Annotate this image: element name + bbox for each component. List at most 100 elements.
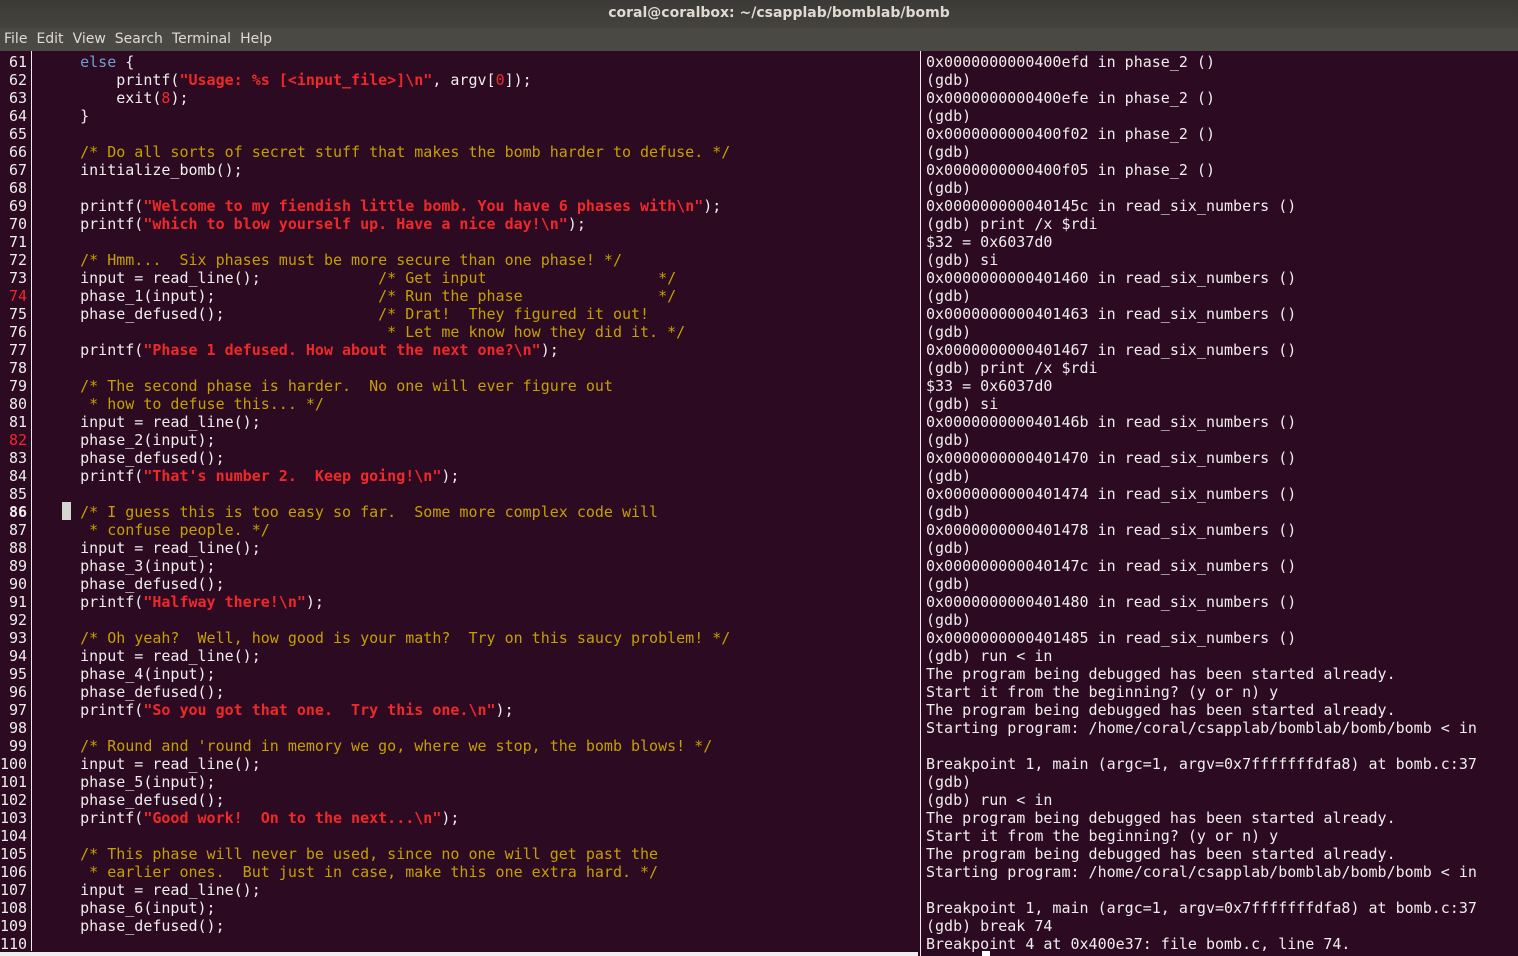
line-number[interactable]: 109 (0, 917, 27, 935)
source-line: 67 initialize_bomb(); (0, 161, 918, 179)
source-line: 105 /* This phase will never be used, si… (0, 845, 918, 863)
line-number[interactable]: 76 (0, 323, 27, 341)
line-number[interactable]: 101 (0, 773, 27, 791)
source-line: 104 (0, 827, 918, 845)
code-text: input = read_line(); (44, 755, 261, 773)
code-text: phase_defused(); (44, 449, 225, 467)
line-number[interactable]: 108 (0, 899, 27, 917)
line-number[interactable]: 65 (0, 125, 27, 143)
source-line: 88 input = read_line(); (0, 539, 918, 557)
source-line: 64 } (0, 107, 918, 125)
source-line: 89 phase_3(input); (0, 557, 918, 575)
gdb-line: $33 = 0x6037d0 (926, 377, 1053, 395)
code-text: /* Round and 'round in memory we go, whe… (44, 737, 712, 755)
menu-search[interactable]: Search (115, 31, 163, 47)
gdb-line: 0x0000000000401478 in read_six_numbers (… (926, 521, 1297, 539)
code-token: printf( (44, 467, 144, 485)
line-number[interactable]: 71 (0, 233, 27, 251)
line-number[interactable]: 70 (0, 215, 27, 233)
source-pane: 61 else {62 printf("Usage: %s [<input_fi… (0, 53, 918, 953)
code-text: printf("Good work! On to the next...\n")… (44, 809, 459, 827)
line-number[interactable]: 68 (0, 179, 27, 197)
line-number[interactable]: 98 (0, 719, 27, 737)
code-text: /* Do all sorts of secret stuff that mak… (44, 143, 730, 161)
line-number[interactable]: 79 (0, 377, 27, 395)
line-number[interactable]: 102 (0, 791, 27, 809)
line-number[interactable]: 77 (0, 341, 27, 359)
source-line: 74 phase_1(input); /* Run the phase */ (0, 287, 918, 305)
line-number[interactable]: 105 (0, 845, 27, 863)
line-number[interactable]: 82 (0, 431, 27, 449)
line-number[interactable]: 100 (0, 755, 27, 773)
line-number[interactable]: 63 (0, 89, 27, 107)
line-number[interactable]: 86 (0, 503, 27, 521)
source-line: 109 phase_defused(); (0, 917, 918, 935)
menu-terminal[interactable]: Terminal (172, 31, 231, 47)
code-text: /* I guess this is too easy so far. Some… (44, 503, 658, 521)
code-token: input = read_line(); (44, 881, 261, 899)
menu-view[interactable]: View (73, 31, 106, 47)
comment: /* The second phase is harder. No one wi… (44, 377, 613, 395)
comment: /* Get input */ (378, 269, 677, 287)
line-number[interactable]: 75 (0, 305, 27, 323)
line-number[interactable]: 80 (0, 395, 27, 413)
source-line: 91 printf("Halfway there!\n"); (0, 593, 918, 611)
code-token: ]); (504, 71, 532, 89)
line-number[interactable]: 78 (0, 359, 27, 377)
line-number[interactable]: 81 (0, 413, 27, 431)
line-number[interactable]: 85 (0, 485, 27, 503)
source-line: 106 * earlier ones. But just in case, ma… (0, 863, 918, 881)
line-number[interactable]: 89 (0, 557, 27, 575)
line-number[interactable]: 94 (0, 647, 27, 665)
line-number[interactable]: 66 (0, 143, 27, 161)
line-number[interactable]: 72 (0, 251, 27, 269)
line-number[interactable]: 90 (0, 575, 27, 593)
line-number[interactable]: 93 (0, 629, 27, 647)
code-text: phase_6(input); (44, 899, 216, 917)
line-number[interactable]: 64 (0, 107, 27, 125)
line-number[interactable]: 73 (0, 269, 27, 287)
code-token: phase_defused(); (44, 683, 225, 701)
gdb-output-pane[interactable]: 0x0000000000400efd in phase_2 () (gdb) 0x0… (926, 53, 1518, 953)
line-number[interactable]: 107 (0, 881, 27, 899)
line-number[interactable]: 92 (0, 611, 27, 629)
line-number[interactable]: 84 (0, 467, 27, 485)
line-number[interactable]: 97 (0, 701, 27, 719)
source-line: 98 (0, 719, 918, 737)
line-number[interactable]: 106 (0, 863, 27, 881)
source-line: 80 * how to defuse this... */ (0, 395, 918, 413)
gdb-line: The program being debugged has been star… (926, 701, 1396, 719)
line-number[interactable]: 103 (0, 809, 27, 827)
code-token: phase_6(input); (44, 899, 216, 917)
line-number[interactable]: 67 (0, 161, 27, 179)
gdb-line: 0x0000000000401474 in read_six_numbers (… (926, 485, 1297, 503)
line-number[interactable]: 110 (0, 935, 27, 953)
menu-help[interactable]: Help (240, 31, 272, 47)
line-number[interactable]: 88 (0, 539, 27, 557)
menu-edit[interactable]: Edit (36, 31, 63, 47)
source-line: 79 /* The second phase is harder. No one… (0, 377, 918, 395)
line-number[interactable]: 91 (0, 593, 27, 611)
source-line: 107 input = read_line(); (0, 881, 918, 899)
menu-file[interactable]: File (4, 31, 27, 47)
line-number[interactable]: 83 (0, 449, 27, 467)
line-number[interactable]: 61 (0, 53, 27, 71)
source-line: 95 phase_4(input); (0, 665, 918, 683)
code-text: else { (44, 53, 134, 71)
line-number[interactable]: 74 (0, 287, 27, 305)
line-number[interactable]: 96 (0, 683, 27, 701)
line-number[interactable]: 87 (0, 521, 27, 539)
terminal[interactable]: 61 else {62 printf("Usage: %s [<input_fi… (0, 51, 1518, 956)
line-number[interactable]: 69 (0, 197, 27, 215)
source-line: 99 /* Round and 'round in memory we go, … (0, 737, 918, 755)
line-number[interactable]: 62 (0, 71, 27, 89)
code-token: phase_5(input); (44, 773, 216, 791)
line-number[interactable]: 104 (0, 827, 27, 845)
gdb-line: Start it from the beginning? (y or n) y (926, 827, 1279, 845)
code-text: * Let me know how they did it. */ (44, 323, 685, 341)
source-line: 100 input = read_line(); (0, 755, 918, 773)
line-number[interactable]: 99 (0, 737, 27, 755)
gdb-line: 0x0000000000400f05 in phase_2 () (926, 161, 1215, 179)
line-number[interactable]: 95 (0, 665, 27, 683)
comment: /* Hmm... Six phases must be more secure… (44, 251, 622, 269)
